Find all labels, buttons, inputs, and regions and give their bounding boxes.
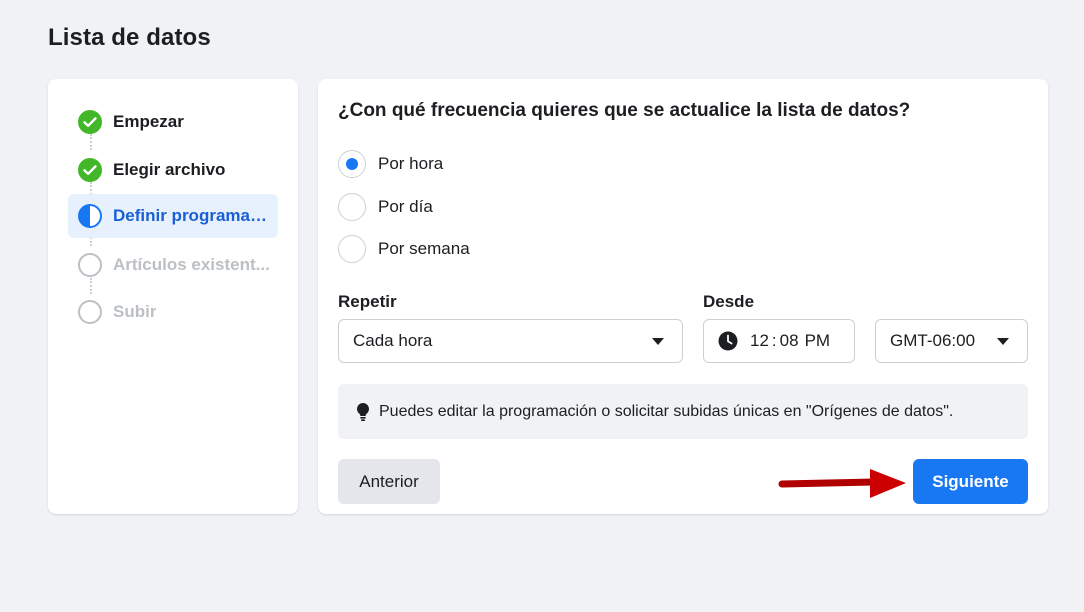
step-label: Subir bbox=[113, 302, 157, 321]
info-text: Puedes editar la programación o solicita… bbox=[379, 402, 954, 420]
time-separator: : bbox=[771, 331, 777, 350]
clock-icon bbox=[718, 331, 738, 351]
step-definir-programacion[interactable]: Definir programac... bbox=[68, 194, 278, 238]
previous-button[interactable]: Anterior bbox=[338, 459, 440, 504]
radio-label: Por día bbox=[378, 197, 433, 216]
step-subir[interactable]: Subir bbox=[68, 290, 278, 334]
time-period[interactable]: PM bbox=[805, 331, 831, 351]
timezone-value: GMT-06:00 bbox=[890, 331, 976, 350]
next-button[interactable]: Siguiente bbox=[913, 459, 1028, 504]
radio-button[interactable] bbox=[338, 150, 366, 178]
empty-circle-icon bbox=[78, 300, 102, 324]
step-label: Artículos existent... bbox=[113, 255, 270, 274]
step-elegir-archivo[interactable]: Elegir archivo bbox=[68, 148, 278, 192]
check-circle-icon bbox=[78, 158, 102, 182]
repeat-select[interactable]: Cada hora bbox=[338, 319, 683, 363]
radio-button[interactable] bbox=[338, 193, 366, 221]
page-title: Lista de datos bbox=[48, 24, 211, 51]
time-input[interactable]: 12 : 08 PM bbox=[703, 319, 855, 363]
steps-panel: Empezar Elegir archivo Definir programac… bbox=[48, 79, 298, 514]
radio-option-por-semana[interactable]: Por semana bbox=[338, 235, 470, 263]
radio-option-por-hora[interactable]: Por hora bbox=[338, 150, 443, 178]
empty-circle-icon bbox=[78, 253, 102, 277]
step-empezar[interactable]: Empezar bbox=[68, 100, 278, 144]
red-arrow-annotation bbox=[778, 469, 906, 498]
info-box: Puedes editar la programación o solicita… bbox=[338, 384, 1028, 439]
repeat-label: Repetir bbox=[338, 292, 397, 311]
caret-down-icon bbox=[652, 338, 664, 345]
radio-option-por-dia[interactable]: Por día bbox=[338, 193, 433, 221]
schedule-panel: ¿Con qué frecuencia quieres que se actua… bbox=[318, 79, 1048, 514]
check-circle-icon bbox=[78, 110, 102, 134]
half-circle-icon bbox=[78, 204, 102, 228]
time-hour[interactable]: 12 bbox=[750, 331, 769, 351]
step-articulos-existentes[interactable]: Artículos existent... bbox=[68, 243, 278, 287]
radio-label: Por hora bbox=[378, 154, 444, 173]
frequency-question: ¿Con qué frecuencia quieres que se actua… bbox=[338, 100, 911, 121]
step-label: Empezar bbox=[113, 112, 184, 131]
caret-down-icon bbox=[997, 338, 1009, 345]
lightbulb-icon bbox=[355, 402, 371, 422]
radio-button[interactable] bbox=[338, 235, 366, 263]
time-minute[interactable]: 08 bbox=[780, 331, 799, 351]
step-label: Elegir archivo bbox=[113, 160, 226, 179]
repeat-value: Cada hora bbox=[353, 331, 433, 350]
timezone-select[interactable]: GMT-06:00 bbox=[875, 319, 1028, 363]
radio-label: Por semana bbox=[378, 239, 470, 258]
from-label: Desde bbox=[703, 292, 755, 311]
step-label: Definir programac... bbox=[113, 206, 271, 225]
